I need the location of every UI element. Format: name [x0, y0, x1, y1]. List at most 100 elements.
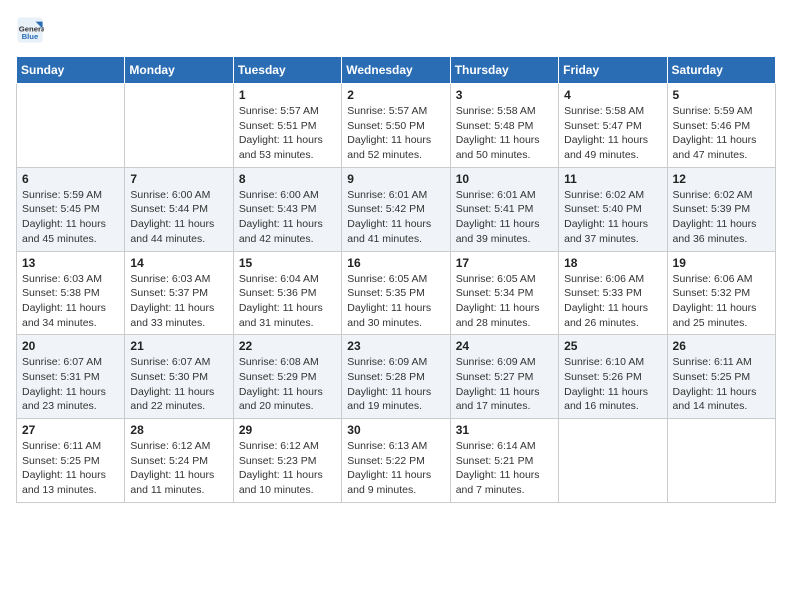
day-info: Sunrise: 6:00 AM Sunset: 5:43 PM Dayligh…: [239, 188, 336, 247]
calendar-cell: 24Sunrise: 6:09 AM Sunset: 5:27 PM Dayli…: [450, 335, 558, 419]
day-number: 30: [347, 423, 444, 437]
logo: General Blue: [16, 16, 48, 44]
day-info: Sunrise: 5:59 AM Sunset: 5:46 PM Dayligh…: [673, 104, 770, 163]
calendar-table: SundayMondayTuesdayWednesdayThursdayFrid…: [16, 56, 776, 503]
calendar-header-row: SundayMondayTuesdayWednesdayThursdayFrid…: [17, 57, 776, 84]
day-number: 28: [130, 423, 227, 437]
day-number: 19: [673, 256, 770, 270]
day-info: Sunrise: 5:57 AM Sunset: 5:51 PM Dayligh…: [239, 104, 336, 163]
day-number: 12: [673, 172, 770, 186]
day-info: Sunrise: 6:07 AM Sunset: 5:30 PM Dayligh…: [130, 355, 227, 414]
day-info: Sunrise: 6:02 AM Sunset: 5:40 PM Dayligh…: [564, 188, 661, 247]
calendar-cell: 30 Sunrise: 6:13 AM Sunset: 5:22 PM Dayli…: [342, 419, 450, 503]
calendar-week-row: 27 Sunrise: 6:11 AM Sunset: 5:25 PM Dayli…: [17, 419, 776, 503]
calendar-cell: 29 Sunrise: 6:12 AM Sunset: 5:23 PM Dayli…: [233, 419, 341, 503]
calendar-cell: 2 Sunrise: 5:57 AM Sunset: 5:50 PM Daylig…: [342, 84, 450, 168]
calendar-cell: 25Sunrise: 6:10 AM Sunset: 5:26 PM Dayli…: [559, 335, 667, 419]
calendar-cell: 18 Sunrise: 6:06 AM Sunset: 5:33 PM Dayli…: [559, 251, 667, 335]
day-number: 6: [22, 172, 119, 186]
day-number: 27: [22, 423, 119, 437]
day-info: Sunrise: 6:04 AM Sunset: 5:36 PM Dayligh…: [239, 272, 336, 331]
weekday-header-friday: Friday: [559, 57, 667, 84]
calendar-cell: 6 Sunrise: 5:59 AM Sunset: 5:45 PM Daylig…: [17, 167, 125, 251]
day-number: 2: [347, 88, 444, 102]
logo-icon: General Blue: [16, 16, 44, 44]
calendar-week-row: 20Sunrise: 6:07 AM Sunset: 5:31 PM Dayli…: [17, 335, 776, 419]
weekday-header-saturday: Saturday: [667, 57, 775, 84]
page-header: General Blue: [16, 16, 776, 44]
day-info: Sunrise: 5:58 AM Sunset: 5:47 PM Dayligh…: [564, 104, 661, 163]
day-info: Sunrise: 6:06 AM Sunset: 5:33 PM Dayligh…: [564, 272, 661, 331]
day-number: 9: [347, 172, 444, 186]
day-info: Sunrise: 6:01 AM Sunset: 5:42 PM Dayligh…: [347, 188, 444, 247]
calendar-cell: 13 Sunrise: 6:03 AM Sunset: 5:38 PM Dayli…: [17, 251, 125, 335]
calendar-week-row: 6 Sunrise: 5:59 AM Sunset: 5:45 PM Daylig…: [17, 167, 776, 251]
weekday-header-thursday: Thursday: [450, 57, 558, 84]
day-info: Sunrise: 6:09 AM Sunset: 5:27 PM Dayligh…: [456, 355, 553, 414]
weekday-header-monday: Monday: [125, 57, 233, 84]
day-info: Sunrise: 6:12 AM Sunset: 5:24 PM Dayligh…: [130, 439, 227, 498]
calendar-cell: 11 Sunrise: 6:02 AM Sunset: 5:40 PM Dayli…: [559, 167, 667, 251]
calendar-cell: 4 Sunrise: 5:58 AM Sunset: 5:47 PM Daylig…: [559, 84, 667, 168]
day-number: 13: [22, 256, 119, 270]
calendar-cell: 21 Sunrise: 6:07 AM Sunset: 5:30 PM Dayli…: [125, 335, 233, 419]
calendar-week-row: 1Sunrise: 5:57 AM Sunset: 5:51 PM Daylig…: [17, 84, 776, 168]
day-number: 14: [130, 256, 227, 270]
day-info: Sunrise: 6:14 AM Sunset: 5:21 PM Dayligh…: [456, 439, 553, 498]
calendar-cell: 19Sunrise: 6:06 AM Sunset: 5:32 PM Dayli…: [667, 251, 775, 335]
day-number: 18: [564, 256, 661, 270]
day-number: 17: [456, 256, 553, 270]
day-info: Sunrise: 5:57 AM Sunset: 5:50 PM Dayligh…: [347, 104, 444, 163]
calendar-cell: 20Sunrise: 6:07 AM Sunset: 5:31 PM Dayli…: [17, 335, 125, 419]
day-number: 4: [564, 88, 661, 102]
day-number: 11: [564, 172, 661, 186]
day-info: Sunrise: 6:12 AM Sunset: 5:23 PM Dayligh…: [239, 439, 336, 498]
calendar-cell: 1Sunrise: 5:57 AM Sunset: 5:51 PM Daylig…: [233, 84, 341, 168]
day-info: Sunrise: 6:05 AM Sunset: 5:35 PM Dayligh…: [347, 272, 444, 331]
day-number: 15: [239, 256, 336, 270]
calendar-cell: 22 Sunrise: 6:08 AM Sunset: 5:29 PM Dayli…: [233, 335, 341, 419]
calendar-cell: 9 Sunrise: 6:01 AM Sunset: 5:42 PM Daylig…: [342, 167, 450, 251]
weekday-header-tuesday: Tuesday: [233, 57, 341, 84]
calendar-cell: 7 Sunrise: 6:00 AM Sunset: 5:44 PM Daylig…: [125, 167, 233, 251]
day-info: Sunrise: 6:10 AM Sunset: 5:26 PM Dayligh…: [564, 355, 661, 414]
calendar-cell: 8 Sunrise: 6:00 AM Sunset: 5:43 PM Daylig…: [233, 167, 341, 251]
day-number: 22: [239, 339, 336, 353]
calendar-cell: 5 Sunrise: 5:59 AM Sunset: 5:46 PM Daylig…: [667, 84, 775, 168]
calendar-cell: 27 Sunrise: 6:11 AM Sunset: 5:25 PM Dayli…: [17, 419, 125, 503]
day-number: 7: [130, 172, 227, 186]
svg-text:Blue: Blue: [22, 32, 39, 41]
day-number: 23: [347, 339, 444, 353]
day-info: Sunrise: 6:13 AM Sunset: 5:22 PM Dayligh…: [347, 439, 444, 498]
day-number: 21: [130, 339, 227, 353]
day-number: 10: [456, 172, 553, 186]
day-info: Sunrise: 6:02 AM Sunset: 5:39 PM Dayligh…: [673, 188, 770, 247]
calendar-cell: [667, 419, 775, 503]
day-number: 31: [456, 423, 553, 437]
day-info: Sunrise: 6:00 AM Sunset: 5:44 PM Dayligh…: [130, 188, 227, 247]
calendar-week-row: 13 Sunrise: 6:03 AM Sunset: 5:38 PM Dayli…: [17, 251, 776, 335]
calendar-cell: 3 Sunrise: 5:58 AM Sunset: 5:48 PM Daylig…: [450, 84, 558, 168]
day-number: 16: [347, 256, 444, 270]
day-info: Sunrise: 6:05 AM Sunset: 5:34 PM Dayligh…: [456, 272, 553, 331]
calendar-cell: [17, 84, 125, 168]
day-info: Sunrise: 6:11 AM Sunset: 5:25 PM Dayligh…: [22, 439, 119, 498]
day-info: Sunrise: 5:58 AM Sunset: 5:48 PM Dayligh…: [456, 104, 553, 163]
calendar-cell: 23Sunrise: 6:09 AM Sunset: 5:28 PM Dayli…: [342, 335, 450, 419]
day-info: Sunrise: 5:59 AM Sunset: 5:45 PM Dayligh…: [22, 188, 119, 247]
day-number: 5: [673, 88, 770, 102]
calendar-cell: 10Sunrise: 6:01 AM Sunset: 5:41 PM Dayli…: [450, 167, 558, 251]
calendar-cell: 31 Sunrise: 6:14 AM Sunset: 5:21 PM Dayli…: [450, 419, 558, 503]
day-info: Sunrise: 6:07 AM Sunset: 5:31 PM Dayligh…: [22, 355, 119, 414]
day-info: Sunrise: 6:08 AM Sunset: 5:29 PM Dayligh…: [239, 355, 336, 414]
day-number: 26: [673, 339, 770, 353]
calendar-cell: 15 Sunrise: 6:04 AM Sunset: 5:36 PM Dayli…: [233, 251, 341, 335]
day-number: 8: [239, 172, 336, 186]
day-number: 29: [239, 423, 336, 437]
calendar-cell: [125, 84, 233, 168]
calendar-cell: 16 Sunrise: 6:05 AM Sunset: 5:35 PM Dayli…: [342, 251, 450, 335]
day-info: Sunrise: 6:03 AM Sunset: 5:38 PM Dayligh…: [22, 272, 119, 331]
calendar-cell: 14Sunrise: 6:03 AM Sunset: 5:37 PM Dayli…: [125, 251, 233, 335]
calendar-cell: [559, 419, 667, 503]
day-number: 3: [456, 88, 553, 102]
